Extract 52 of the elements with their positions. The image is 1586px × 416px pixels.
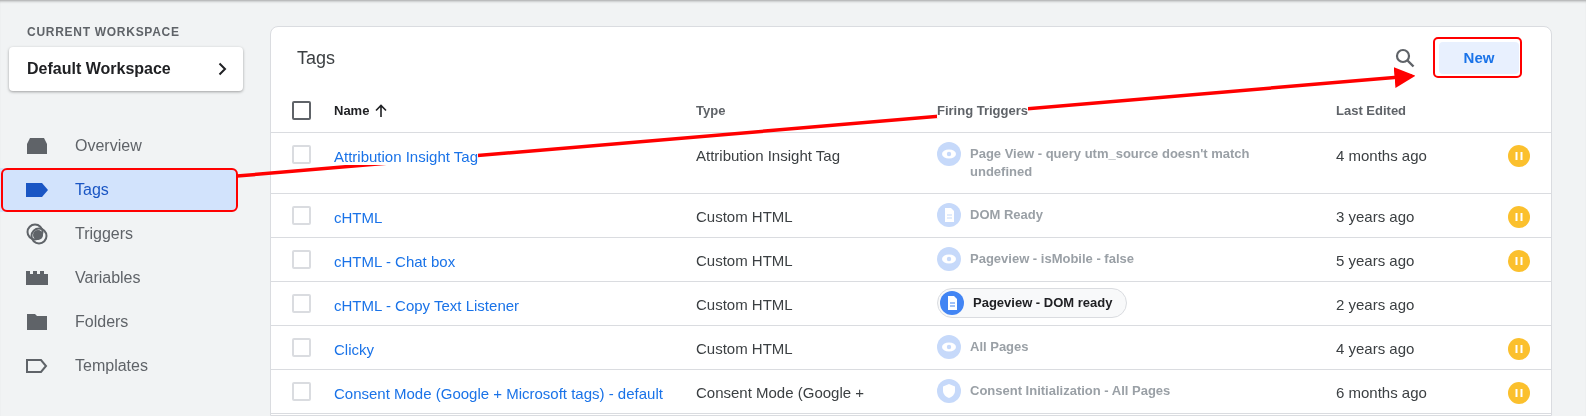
trigger-name: Page View - query utm_source doesn't match undefined (970, 145, 1251, 181)
eye-icon (937, 247, 961, 271)
panel-title: Tags (297, 46, 336, 70)
tag-type: Custom HTML (696, 251, 794, 271)
tag-name-link[interactable]: Clicky (334, 341, 374, 358)
tag-type: Attribution Insight Tag (696, 146, 841, 166)
column-header: Type (696, 101, 727, 120)
last-edited: 5 years ago (1336, 251, 1416, 271)
last-edited: 4 months ago (1336, 146, 1428, 166)
trigger-name: DOM Ready (970, 206, 1044, 224)
trigger-name: Pageview - isMobile - false (970, 250, 1135, 268)
search-icon[interactable] (1395, 48, 1415, 68)
nav-item[interactable]: Folders (0, 300, 237, 344)
nav-item[interactable]: Overview (0, 124, 237, 168)
last-edited: 2 years ago (1336, 295, 1416, 315)
nav-item[interactable]: Tags (0, 168, 237, 212)
last-edited: 4 years ago (1336, 339, 1416, 359)
nav-item[interactable]: Triggers (0, 212, 237, 256)
trigger-name: All Pages (970, 338, 1030, 356)
eye-icon (937, 335, 961, 359)
column-header[interactable]: Name (334, 100, 370, 121)
checkbox[interactable] (292, 101, 311, 120)
tag-icon (26, 183, 48, 197)
trigger-chip[interactable]: Pageview - DOM ready (937, 288, 1128, 318)
arrow-up-icon (375, 104, 388, 117)
eye-icon (937, 142, 961, 166)
tag-name-link[interactable]: cHTML - Copy Text Listener (334, 297, 520, 314)
last-edited: 6 months ago (1336, 383, 1428, 403)
tray-icon (26, 137, 48, 155)
tag-name-link[interactable]: Consent Mode (Google + Microsoft tags) - default (334, 385, 663, 402)
folder-icon (27, 314, 47, 330)
nav-item[interactable]: Variables (0, 256, 237, 300)
tag-type: Custom HTML (696, 295, 794, 315)
workspace-selector[interactable]: Default Workspace (9, 47, 243, 91)
tag-name-link[interactable]: cHTML - Chat box (334, 253, 456, 270)
workspace-label: CURRENT WORKSPACE (26, 24, 181, 41)
chevron-right-icon (218, 62, 227, 76)
trigger-name: Consent Initialization - All Pages (970, 382, 1172, 400)
tag-outline-icon (26, 359, 48, 373)
circles-icon (26, 223, 48, 245)
last-edited: 3 years ago (1336, 207, 1416, 227)
tag-type: Consent Mode (Google + (696, 383, 866, 403)
blocks-icon (26, 271, 48, 285)
new-button[interactable]: New (1439, 42, 1519, 74)
document-icon (937, 203, 961, 227)
tag-type: Custom HTML (696, 339, 794, 359)
column-header: Last Edited (1336, 101, 1407, 120)
nav-item[interactable]: Templates (0, 344, 237, 388)
shield-icon (937, 379, 961, 403)
tag-type: Custom HTML (696, 207, 794, 227)
tag-name-link[interactable]: Attribution Insight Tag (334, 148, 478, 165)
document-icon (940, 291, 964, 315)
